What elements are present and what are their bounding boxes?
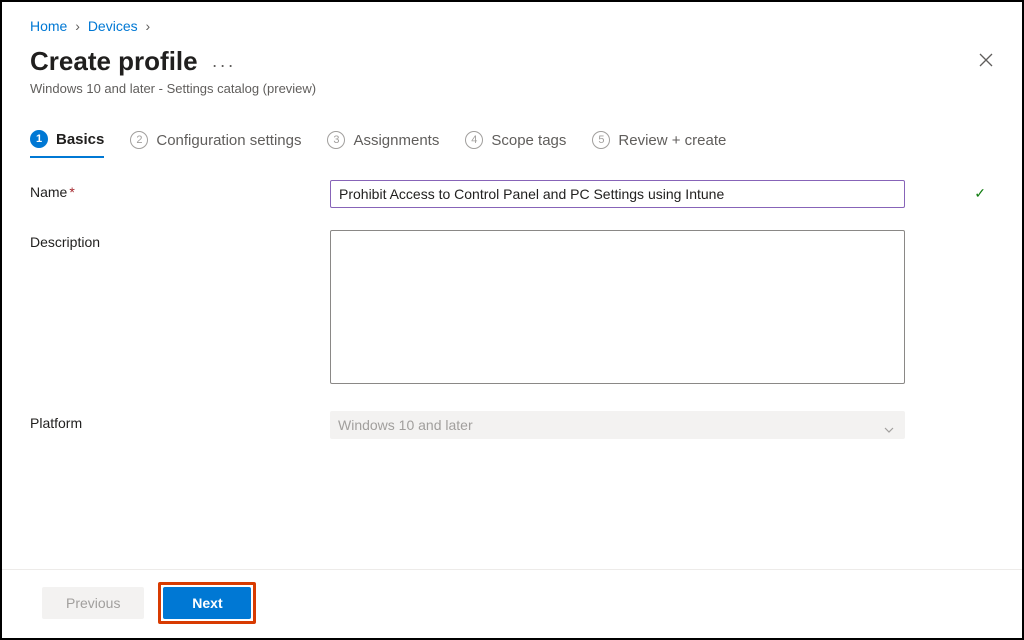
- next-button-highlight: Next: [158, 582, 256, 624]
- close-icon[interactable]: [978, 50, 994, 72]
- tab-step-number: 5: [592, 131, 610, 149]
- checkmark-icon: ✓: [974, 185, 986, 202]
- tab-configuration-settings[interactable]: 2 Configuration settings: [130, 130, 301, 158]
- previous-button[interactable]: Previous: [42, 587, 144, 619]
- tab-basics[interactable]: 1 Basics: [30, 130, 104, 158]
- footer-bar: Previous Next: [2, 569, 1022, 638]
- chevron-right-icon: ›: [75, 18, 80, 34]
- platform-label: Platform: [30, 411, 330, 431]
- name-control: ✓: [330, 180, 994, 208]
- breadcrumb-devices-link[interactable]: Devices: [88, 18, 138, 34]
- breadcrumb: Home › Devices ›: [30, 18, 994, 34]
- description-textarea[interactable]: [330, 230, 905, 384]
- tab-label: Scope tags: [491, 132, 566, 149]
- required-asterisk: *: [69, 184, 74, 200]
- more-options-icon[interactable]: ···: [212, 56, 236, 74]
- tab-label: Review + create: [618, 132, 726, 149]
- title-block: Create profile ··· Windows 10 and later …: [30, 46, 316, 96]
- chevron-down-icon: [883, 417, 895, 445]
- wizard-tabs: 1 Basics 2 Configuration settings 3 Assi…: [30, 130, 994, 158]
- platform-control: Windows 10 and later: [330, 411, 994, 439]
- description-control: [330, 230, 994, 389]
- page-subtitle: Windows 10 and later - Settings catalog …: [30, 81, 316, 96]
- tab-label: Basics: [56, 131, 104, 148]
- tab-step-number: 1: [30, 130, 48, 148]
- tab-step-number: 2: [130, 131, 148, 149]
- tab-label: Assignments: [353, 132, 439, 149]
- platform-value: Windows 10 and later: [338, 417, 473, 433]
- form-row-platform: Platform Windows 10 and later: [30, 411, 994, 439]
- breadcrumb-home-link[interactable]: Home: [30, 18, 67, 34]
- name-input[interactable]: [330, 180, 905, 208]
- tab-label: Configuration settings: [156, 132, 301, 149]
- chevron-right-icon: ›: [146, 18, 151, 34]
- tab-step-number: 3: [327, 131, 345, 149]
- page-title-row: Create profile ···: [30, 46, 316, 77]
- form-row-name: Name* ✓: [30, 180, 994, 208]
- page-title: Create profile: [30, 46, 198, 77]
- description-label: Description: [30, 230, 330, 250]
- tab-assignments[interactable]: 3 Assignments: [327, 130, 439, 158]
- platform-select: Windows 10 and later: [330, 411, 905, 439]
- tab-step-number: 4: [465, 131, 483, 149]
- form-row-description: Description: [30, 230, 994, 389]
- form-area: Name* ✓ Description Platform Windows 10 …: [30, 180, 994, 439]
- main-content: Home › Devices › Create profile ··· Wind…: [2, 2, 1022, 439]
- label-text: Name: [30, 184, 67, 200]
- tab-scope-tags[interactable]: 4 Scope tags: [465, 130, 566, 158]
- next-button[interactable]: Next: [163, 587, 251, 619]
- header-row: Create profile ··· Windows 10 and later …: [30, 46, 994, 96]
- tab-review-create[interactable]: 5 Review + create: [592, 130, 726, 158]
- name-label: Name*: [30, 180, 330, 200]
